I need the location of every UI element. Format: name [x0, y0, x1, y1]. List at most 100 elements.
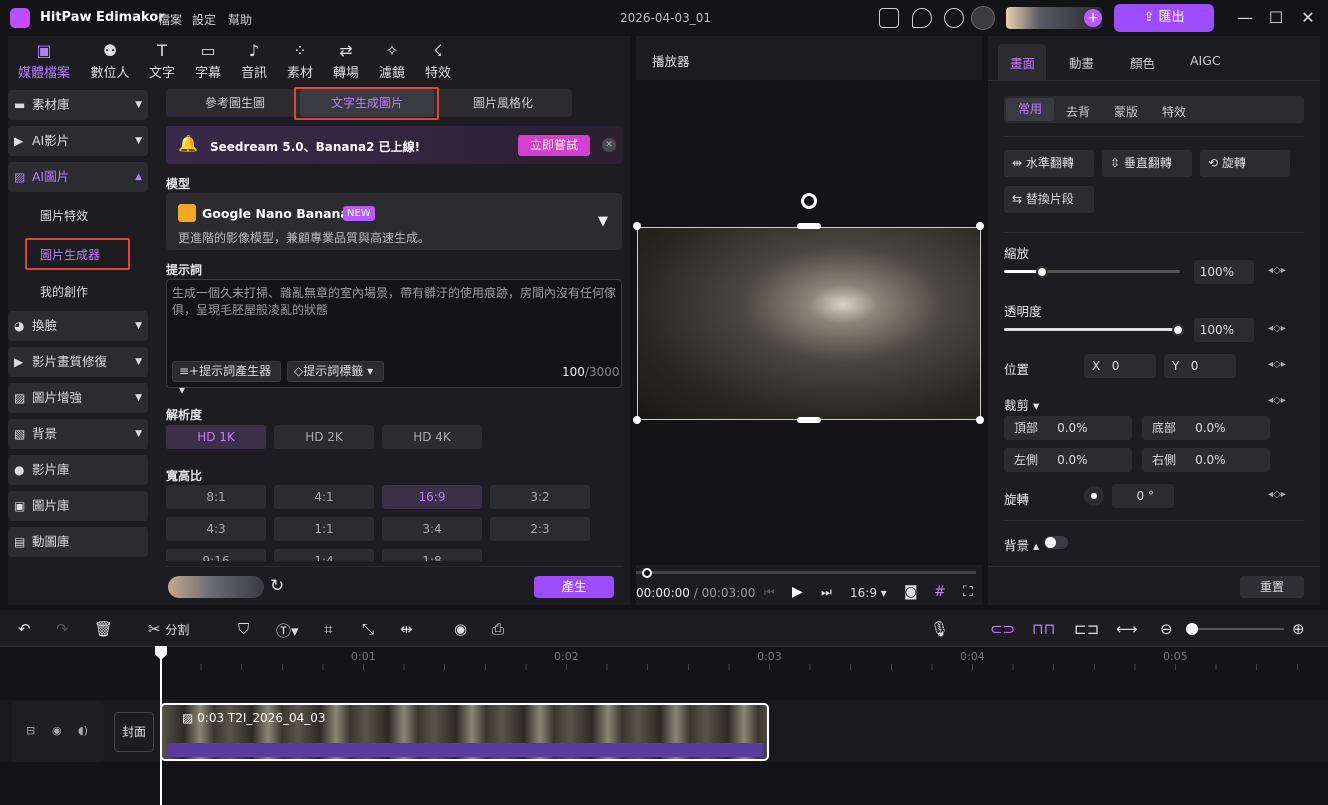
replace-clip-button[interactable]: ⇆ 替換片段: [1004, 186, 1094, 213]
resize-handle[interactable]: [633, 222, 641, 230]
resize-tool-icon[interactable]: ⤡: [362, 620, 374, 638]
crop-right[interactable]: 右側 0.0%: [1142, 448, 1270, 472]
resolution-4k[interactable]: HD 4K: [382, 425, 482, 449]
zoom-out-icon[interactable]: ⊖: [1160, 620, 1173, 638]
generate-button[interactable]: 產生: [534, 576, 614, 598]
fullscreen-icon[interactable]: ⛶: [963, 584, 973, 600]
prompt-text[interactable]: 生成一個久未打掃、雜亂無章的室內場景，帶有髒汙的使用痕跡，房間內沒有任何傢俱，呈…: [172, 285, 618, 319]
keyframe-icon[interactable]: ◂◇▸: [1268, 265, 1286, 276]
mirror-tool-icon[interactable]: ⇹: [400, 620, 413, 638]
keyframe-icon[interactable]: ◂◇▸: [1268, 359, 1286, 370]
rotate-dial-icon[interactable]: ●: [1084, 486, 1104, 506]
sidebar-item-video-library[interactable]: ● 影片庫: [8, 455, 148, 485]
reset-button[interactable]: 重置: [1240, 576, 1304, 598]
rotate-button[interactable]: ⟲ 旋轉: [1200, 150, 1290, 177]
face-tool-icon[interactable]: ◉: [454, 620, 467, 638]
prompt-tags-button[interactable]: ◇提示詞標籤 ▾: [287, 361, 384, 382]
split-track-icon[interactable]: ⊏⊐: [1074, 620, 1099, 638]
tab-animation[interactable]: 動畫: [1069, 53, 1094, 72]
fit-icon[interactable]: ⟷: [1116, 620, 1138, 638]
mic-icon[interactable]: 🎙: [930, 620, 949, 638]
subtab-common[interactable]: 常用: [1006, 98, 1054, 121]
progress-knob[interactable]: [642, 568, 652, 578]
chevron-down-icon[interactable]: ▼: [598, 214, 608, 229]
nav-avatar[interactable]: ⚉ 數位人: [86, 40, 134, 81]
export-button[interactable]: ⇪ 匯出: [1114, 4, 1214, 32]
crop-left[interactable]: 左側 0.0%: [1004, 448, 1132, 472]
tab-aigc[interactable]: AIGC: [1190, 53, 1221, 68]
aspect-4-3[interactable]: 4:3: [166, 517, 266, 541]
aspect-8-1[interactable]: 8:1: [166, 485, 266, 509]
crop-bottom[interactable]: 底部 0.0%: [1142, 416, 1270, 440]
aspect-2-3[interactable]: 2:3: [490, 517, 590, 541]
sidebar-item-ai-video[interactable]: ▶ AI影片 ▼: [8, 126, 148, 156]
redo-icon[interactable]: ↷: [56, 620, 69, 638]
sidebar-item-background[interactable]: ▧ 背景 ▼: [8, 419, 148, 449]
resize-handle[interactable]: [976, 416, 984, 424]
subtab-effects[interactable]: 特效: [1162, 103, 1186, 120]
sidebar-item-gif-library[interactable]: ▤ 動圖庫: [8, 527, 148, 557]
position-y[interactable]: Y 0: [1164, 354, 1236, 378]
subtab-remove-bg[interactable]: 去背: [1066, 103, 1090, 120]
nav-audio[interactable]: ♪ 音訊: [230, 40, 278, 81]
tab-image-to-image[interactable]: 參考圖生圖: [170, 89, 300, 117]
snapshot-icon[interactable]: ◙: [904, 584, 918, 600]
close-banner-icon[interactable]: ✕: [602, 138, 616, 152]
nav-filter[interactable]: ✧ 濾鏡: [368, 40, 416, 81]
aspect-16-9[interactable]: 16:9: [382, 485, 482, 509]
prev-frame-icon[interactable]: ⏮: [764, 585, 775, 600]
menu-help[interactable]: 幫助: [228, 11, 252, 28]
tab-canvas[interactable]: 畫面: [1010, 53, 1035, 72]
sidebar-sub-my-creations[interactable]: 我的創作: [40, 283, 88, 300]
aspect-3-4[interactable]: 3:4: [382, 517, 482, 541]
aspect-3-2[interactable]: 3:2: [490, 485, 590, 509]
track-lock-icon[interactable]: ⊟: [26, 724, 35, 737]
export-frame-icon[interactable]: ⎙: [492, 620, 504, 638]
delete-icon[interactable]: 🗑: [94, 620, 113, 638]
next-frame-icon[interactable]: ⏭: [821, 585, 832, 600]
opacity-slider[interactable]: [1004, 328, 1176, 331]
zoom-knob[interactable]: [1186, 623, 1198, 635]
tab-color[interactable]: 顏色: [1130, 53, 1155, 72]
rotate-handle-icon[interactable]: [801, 193, 817, 209]
refresh-icon[interactable]: ↻: [270, 576, 284, 596]
menu-settings[interactable]: 設定: [192, 11, 216, 28]
scale-slider-track[interactable]: [1040, 270, 1180, 273]
grid-icon[interactable]: #: [934, 584, 946, 600]
sidebar-item-image-enhance[interactable]: ▨ 圖片增強 ▼: [8, 383, 148, 413]
scale-slider-knob[interactable]: [1036, 266, 1048, 278]
subtitle-tool-icon[interactable]: ⛉: [238, 620, 249, 638]
playhead[interactable]: [160, 646, 162, 805]
opacity-slider-knob[interactable]: [1172, 324, 1184, 336]
add-credits-icon[interactable]: +: [1084, 9, 1102, 27]
tab-stylize[interactable]: 圖片風格化: [438, 89, 568, 117]
flip-horizontal-button[interactable]: ⇹ 水準翻轉: [1004, 150, 1094, 177]
track-audio-icon[interactable]: ◖): [78, 724, 88, 737]
rotate-value[interactable]: 0 °: [1112, 484, 1174, 508]
sidebar-sub-image-effects[interactable]: 圖片特效: [40, 207, 88, 224]
keyframe-icon[interactable]: ◂◇▸: [1268, 395, 1286, 406]
try-now-button[interactable]: 立即嘗試: [518, 135, 590, 156]
resolution-1k[interactable]: HD 1K: [166, 425, 266, 449]
magnet-icon[interactable]: ⊓⊓: [1032, 620, 1055, 638]
text-tool-icon[interactable]: Ⓣ▾: [276, 620, 299, 641]
layout-icon[interactable]: [879, 8, 899, 28]
cover-button[interactable]: 封面: [114, 712, 154, 752]
opacity-value[interactable]: 100%: [1194, 318, 1254, 342]
aspect-9-16[interactable]: 9:16: [166, 549, 266, 561]
nav-subtitle[interactable]: ▭ 字幕: [184, 40, 232, 81]
sidebar-item-face-swap[interactable]: ◕ 換臉 ▼: [8, 311, 148, 341]
maximize-icon[interactable]: ☐: [1266, 8, 1286, 28]
flip-vertical-button[interactable]: ⇳ 垂直翻轉: [1102, 150, 1192, 177]
zoom-in-icon[interactable]: ⊕: [1292, 620, 1305, 638]
play-icon[interactable]: ▶: [792, 584, 803, 600]
zoom-slider[interactable]: [1186, 628, 1284, 630]
aspect-1-4[interactable]: 1:4: [274, 549, 374, 561]
sidebar-sub-image-generator[interactable]: 圖片生成器: [40, 246, 100, 263]
ratio-select[interactable]: 16:9 ▾: [850, 586, 887, 600]
resize-handle[interactable]: [976, 222, 984, 230]
nav-media[interactable]: ▣ 媒體檔案: [16, 40, 72, 81]
nav-effects[interactable]: ☇ 特效: [414, 40, 462, 81]
link-icon[interactable]: ⊂⊃: [990, 620, 1015, 638]
undo-icon[interactable]: ↶: [18, 620, 31, 638]
